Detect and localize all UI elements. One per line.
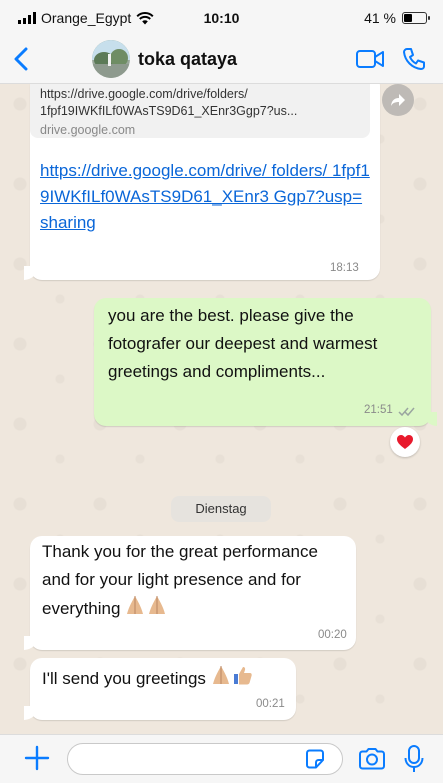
microphone-button[interactable] [403,744,425,774]
phone-icon [403,48,425,70]
battery-percent: 41 % [364,10,396,26]
forward-arrow-icon [391,94,405,106]
back-button[interactable] [14,44,38,74]
praying-hands-icon [211,664,231,695]
message-input[interactable] [67,743,343,775]
chat-header: toka qataya [0,34,443,84]
reaction-badge[interactable] [390,427,420,457]
day-divider: Dienstag [171,496,271,522]
sticker-icon [306,749,324,769]
read-receipt-icon [398,407,415,417]
praying-hands-icon [125,594,169,625]
avatar-image [92,40,130,78]
video-call-button[interactable] [355,48,385,70]
contact-name[interactable]: toka qataya [138,49,237,70]
message-time: 18:13 [330,262,359,274]
thumbs-up-icon [231,664,253,695]
status-bar: Orange_Egypt 10:10 41 % [0,0,443,34]
message-link[interactable]: https://drive.google.com/drive/ folders/… [40,158,370,236]
outgoing-message-text: you are the best. please give the fotogr… [108,306,378,381]
battery-icon [402,12,430,24]
camera-icon [359,748,385,770]
video-camera-icon [356,50,384,68]
camera-button[interactable] [358,747,386,771]
attach-button[interactable] [24,745,50,771]
incoming-message-text-content: I'll send you greetings [42,668,206,688]
chat-area[interactable]: https://drive.google.com/drive/folders/ … [0,84,443,734]
heart-icon [397,435,413,449]
sticker-button[interactable] [304,748,326,770]
status-right: 41 % [364,10,430,26]
message-time: 00:21 [256,698,285,710]
incoming-message-text: Thank you for the great performance and … [42,538,342,625]
link-preview-url: https://drive.google.com/drive/folders/ … [40,87,298,118]
chevron-left-icon [14,47,28,71]
battery-level-fill [404,14,413,22]
message-time: 00:20 [318,629,347,641]
plus-icon [24,745,50,771]
forward-button[interactable] [382,84,414,116]
microphone-icon [404,745,424,772]
incoming-message-text-content: Thank you for the great performance and … [42,542,318,618]
link-preview-card[interactable]: https://drive.google.com/drive/folders/ … [30,84,370,138]
incoming-message-text: I'll send you greetings [42,664,292,695]
input-bar [0,734,443,783]
link-preview-domain: drive.google.com [40,123,136,137]
message-time: 21:51 [364,404,393,416]
contact-avatar[interactable] [92,40,130,78]
voice-call-button[interactable] [401,46,427,72]
